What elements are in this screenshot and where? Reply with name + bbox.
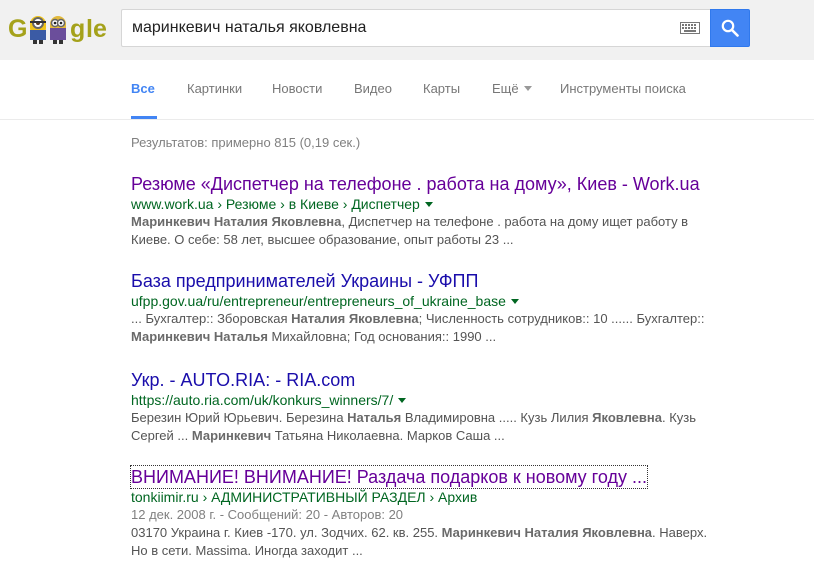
search-button[interactable]: [710, 9, 750, 47]
snippet-highlight: Наталия Яковлевна: [291, 311, 419, 326]
snippet-text: Киеве. О себе: 58 лет, высшее образовани…: [131, 232, 514, 247]
snippet-highlight: Маринкевич Наталья: [131, 329, 268, 344]
tab-images[interactable]: Картинки: [187, 81, 242, 96]
logo-letter-e: e: [93, 15, 107, 43]
snippet-line: Но в сети. Massima. Иногда заходит ...: [131, 542, 731, 560]
search-result: ВНИМАНИЕ! ВНИМАНИЕ! Раздача подарков к н…: [130, 465, 731, 560]
result-snippet: 03170 Украина г. Киев -170. ул. Зодчих. …: [131, 524, 731, 560]
search-result: Укр. - AUTO.RIA: - RIA.com https://auto.…: [131, 369, 731, 445]
snippet-text: , Диспетчер на телефоне . работа на дому…: [341, 214, 689, 229]
url-dropdown-arrow-icon[interactable]: [424, 201, 433, 207]
logo-letter-g: G: [8, 15, 28, 43]
result-title-link[interactable]: Резюме «Диспетчер на телефоне . работа н…: [131, 173, 700, 195]
snippet-line: Маринкевич Наталья Михайловна; Год основ…: [131, 328, 731, 346]
result-stats: Результатов: примерно 815 (0,19 сек.): [131, 135, 361, 150]
result-url: www.work.ua › Резюме › в Киеве › Диспетч…: [131, 195, 731, 213]
google-doodle-logo[interactable]: G g l e: [8, 12, 107, 46]
doodle-characters-icon: [30, 16, 66, 44]
tab-search-tools[interactable]: Инструменты поиска: [560, 81, 686, 96]
result-snippet: Березин Юрий Юрьевич. Березина Наталья В…: [131, 409, 731, 445]
snippet-line: Маринкевич Наталия Яковлевна, Диспетчер …: [131, 213, 731, 231]
result-url: tonkiimir.ru › АДМИНИСТРАТИВНЫЙ РАЗДЕЛ ›…: [131, 489, 478, 505]
tab-news[interactable]: Новости: [272, 81, 322, 96]
snippet-highlight: Маринкевич Наталия Яковлевна: [131, 214, 342, 229]
logo-letter-g2: g: [70, 15, 86, 43]
url-dropdown-arrow-icon[interactable]: [510, 298, 519, 304]
search-tabs: Все Картинки Новости Видео Карты Ещё Инс…: [0, 60, 814, 120]
search-icon: [721, 19, 739, 37]
snippet-text: Михайловна; Год основания:: 1990 ...: [267, 329, 497, 344]
result-url-text: ufpp.gov.ua/ru/entrepreneur/entrepreneur…: [131, 293, 506, 309]
snippet-line: Березин Юрий Юрьевич. Березина Наталья В…: [131, 409, 731, 427]
snippet-line: Сергей ... Маринкевич Татьяна Николаевна…: [131, 427, 731, 445]
active-tab-indicator: [131, 116, 157, 119]
result-url-text: https://auto.ria.com/uk/konkurs_winners/…: [131, 392, 394, 408]
snippet-line: 03170 Украина г. Киев -170. ул. Зодчих. …: [131, 524, 731, 542]
logo-letter-l: l: [86, 15, 93, 43]
tab-more-label: Ещё: [492, 81, 519, 96]
result-url: ufpp.gov.ua/ru/entrepreneur/entrepreneur…: [131, 292, 731, 310]
tab-all[interactable]: Все: [131, 81, 155, 96]
result-snippet: Маринкевич Наталия Яковлевна, Диспетчер …: [131, 213, 731, 249]
snippet-text: Владимировна ..... Кузь Лилия: [401, 410, 593, 425]
snippet-text: . Наверх.: [652, 525, 708, 540]
snippet-text: Но в сети. Massima. Иногда заходит ...: [131, 543, 363, 558]
snippet-line: Киеве. О себе: 58 лет, высшее образовани…: [131, 231, 731, 249]
keyboard-icon[interactable]: [680, 22, 700, 34]
result-title-link[interactable]: ВНИМАНИЕ! ВНИМАНИЕ! Раздача подарков к н…: [130, 465, 648, 489]
result-meta: 12 дек. 2008 г. - Сообщений: 20 - Авторо…: [131, 507, 404, 522]
snippet-text: ... Бухгалтер:: Зборовская: [131, 311, 292, 326]
tab-maps[interactable]: Карты: [423, 81, 460, 96]
snippet-highlight: Маринкевич Наталия Яковлевна: [441, 525, 653, 540]
result-title-link[interactable]: База предпринимателей Украины - УФПП: [131, 270, 478, 292]
snippet-text: . Кузь: [662, 410, 697, 425]
snippet-text: ; Численность сотрудников:: 10 ...... Бу…: [418, 311, 705, 326]
search-result: База предпринимателей Украины - УФПП ufp…: [131, 270, 731, 346]
search-result: Резюме «Диспетчер на телефоне . работа н…: [131, 173, 731, 249]
tab-more[interactable]: Ещё: [492, 81, 532, 96]
result-snippet: ... Бухгалтер:: Зборовская Наталия Яковл…: [131, 310, 731, 346]
snippet-highlight: Яковлевна: [592, 410, 662, 425]
chevron-down-icon: [523, 86, 532, 92]
url-dropdown-arrow-icon[interactable]: [398, 397, 407, 403]
snippet-text: Березин Юрий Юрьевич. Березина: [131, 410, 348, 425]
snippet-highlight: Наталья: [347, 410, 402, 425]
snippet-text: Сергей ...: [131, 428, 192, 443]
snippet-line: ... Бухгалтер:: Зборовская Наталия Яковл…: [131, 310, 731, 328]
header-bar: G g l e: [0, 0, 814, 60]
result-url: https://auto.ria.com/uk/konkurs_winners/…: [131, 391, 731, 409]
tab-video[interactable]: Видео: [354, 81, 392, 96]
snippet-text: Татьяна Николаевна. Марков Саша ...: [271, 428, 505, 443]
search-box: [121, 9, 711, 47]
snippet-highlight: Маринкевич: [191, 428, 272, 443]
search-input[interactable]: [132, 10, 662, 46]
result-url-text: www.work.ua › Резюме › в Киеве › Диспетч…: [131, 196, 420, 212]
snippet-text: 03170 Украина г. Киев -170. ул. Зодчих. …: [131, 525, 442, 540]
result-title-link[interactable]: Укр. - AUTO.RIA: - RIA.com: [131, 369, 355, 391]
